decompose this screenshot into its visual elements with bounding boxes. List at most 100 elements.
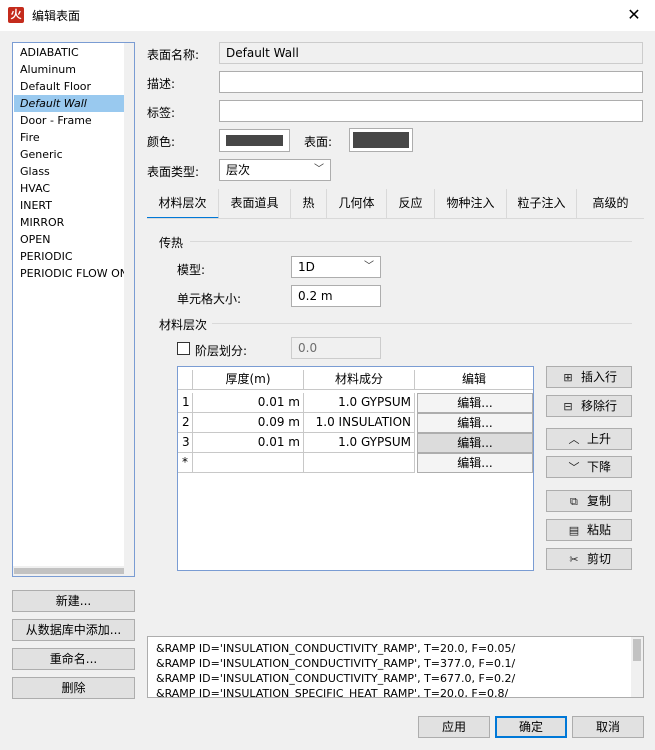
- group-divider: [190, 241, 632, 242]
- tab-reaction[interactable]: 反应: [387, 189, 435, 219]
- thickness-cell[interactable]: [193, 453, 304, 473]
- thickness-cell[interactable]: 0.01 m: [193, 393, 304, 413]
- surface-type-label: 表面类型:: [147, 165, 200, 179]
- list-item[interactable]: Fire: [14, 129, 125, 146]
- list-item[interactable]: ADIABATIC: [14, 44, 125, 61]
- delete-button[interactable]: 删除: [12, 677, 135, 699]
- list-item[interactable]: MIRROR: [14, 214, 125, 231]
- layer-split-checkbox[interactable]: [177, 342, 190, 355]
- output-scroll-thumb[interactable]: [633, 639, 641, 661]
- material-cell[interactable]: [304, 453, 415, 473]
- surface-type-dropdown[interactable]: 层次 ﹀: [219, 159, 331, 181]
- copy-icon: ⧉: [570, 495, 578, 508]
- add-from-database-button[interactable]: 从数据库中添加...: [12, 619, 135, 641]
- chevron-down-icon: ﹀: [364, 261, 374, 272]
- tag-field[interactable]: [219, 100, 643, 122]
- fds-output-text[interactable]: &RAMP ID='INSULATION_CONDUCTIVITY_RAMP',…: [147, 636, 644, 698]
- cell-size-field[interactable]: 0.2 m: [291, 285, 381, 307]
- description-label: 描述:: [147, 77, 176, 91]
- ok-button[interactable]: 确定: [495, 716, 567, 738]
- row-index[interactable]: 1: [178, 393, 193, 413]
- column-header-thickness[interactable]: 厚度(m): [193, 370, 304, 390]
- edit-layer-button[interactable]: 编辑...: [417, 453, 533, 473]
- layers-table[interactable]: 厚度(m) 材料成分 编辑 1 0.01 m 1.0 GYPSUM 编辑... …: [177, 366, 534, 571]
- remove-row-label: 移除行: [580, 399, 617, 413]
- tab-thermal[interactable]: 热: [291, 189, 327, 219]
- output-scrollbar[interactable]: [631, 637, 643, 697]
- list-vertical-scrollbar[interactable]: [124, 43, 134, 566]
- list-horizontal-scrollbar[interactable]: [13, 566, 134, 576]
- list-scroll-thumb[interactable]: [14, 568, 124, 574]
- insert-row-button[interactable]: ⊞ 插入行: [546, 366, 632, 388]
- list-item[interactable]: Glass: [14, 163, 125, 180]
- list-item[interactable]: OPEN: [14, 231, 125, 248]
- tab-divider: [147, 218, 644, 219]
- new-button[interactable]: 新建...: [12, 590, 135, 612]
- chevron-down-icon: ﹀: [568, 461, 580, 474]
- cut-button[interactable]: ✂ 剪切: [546, 548, 632, 570]
- surface-color-label: 表面:: [304, 135, 333, 149]
- surface-color-picker-button[interactable]: [349, 128, 413, 152]
- color-swatch: [226, 135, 283, 146]
- model-value: 1D: [298, 260, 315, 274]
- paste-icon: ▤: [568, 524, 580, 537]
- color-picker-button[interactable]: [219, 129, 290, 152]
- material-cell[interactable]: 1.0 INSULATION: [304, 413, 415, 433]
- copy-label: 复制: [586, 494, 611, 508]
- color-label: 颜色:: [147, 135, 176, 149]
- edit-layer-button[interactable]: 编辑...: [417, 433, 533, 453]
- edit-layer-button[interactable]: 编辑...: [417, 393, 533, 413]
- list-item[interactable]: HVAC: [14, 180, 125, 197]
- list-item[interactable]: PERIODIC: [14, 248, 125, 265]
- tab-species-injection[interactable]: 物种注入: [435, 189, 507, 219]
- output-line: &RAMP ID='INSULATION_SPECIFIC_HEAT_RAMP'…: [156, 687, 509, 698]
- new-row-marker[interactable]: *: [178, 453, 193, 473]
- move-down-button[interactable]: ﹀ 下降: [546, 456, 632, 478]
- tab-geometry[interactable]: 几何体: [327, 189, 387, 219]
- cancel-button[interactable]: 取消: [572, 716, 644, 738]
- material-cell[interactable]: 1.0 GYPSUM: [304, 393, 415, 413]
- app-icon: 火: [8, 7, 24, 23]
- surface-name-label: 表面名称:: [147, 48, 200, 62]
- tab-surface-props[interactable]: 表面道具: [219, 189, 291, 219]
- surface-name-field[interactable]: Default Wall: [219, 42, 643, 64]
- column-header-edit[interactable]: 编辑: [415, 370, 533, 390]
- edit-layer-button[interactable]: 编辑...: [417, 413, 533, 433]
- close-icon[interactable]: ✕: [622, 4, 646, 26]
- heat-transfer-group-title: 传热: [159, 236, 184, 250]
- paste-label: 粘贴: [586, 523, 611, 537]
- move-up-button[interactable]: ︿ 上升: [546, 428, 632, 450]
- list-item[interactable]: Door - Frame: [14, 112, 125, 129]
- remove-row-icon: ⊟: [563, 400, 573, 413]
- thickness-cell[interactable]: 0.01 m: [193, 433, 304, 453]
- tag-label: 标签:: [147, 106, 176, 120]
- paste-button[interactable]: ▤ 粘贴: [546, 519, 632, 541]
- apply-button[interactable]: 应用: [418, 716, 490, 738]
- insert-row-label: 插入行: [580, 370, 617, 384]
- thickness-cell[interactable]: 0.09 m: [193, 413, 304, 433]
- copy-button[interactable]: ⧉ 复制: [546, 490, 632, 512]
- list-item-selected[interactable]: Default Wall: [14, 95, 125, 112]
- remove-row-button[interactable]: ⊟ 移除行: [546, 395, 632, 417]
- list-item[interactable]: Default Floor: [14, 78, 125, 95]
- surface-type-value: 层次: [226, 163, 251, 177]
- tab-particle-injection[interactable]: 粒子注入: [507, 189, 577, 219]
- list-item[interactable]: PERIODIC FLOW ONLY: [14, 265, 125, 282]
- layer-split-field[interactable]: 0.0: [291, 337, 381, 359]
- model-dropdown[interactable]: 1D ﹀: [291, 256, 381, 278]
- tab-advanced[interactable]: 高级的: [577, 189, 644, 219]
- list-item[interactable]: Generic: [14, 146, 125, 163]
- row-index[interactable]: 3: [178, 433, 193, 453]
- description-field[interactable]: [219, 71, 643, 93]
- list-item[interactable]: Aluminum: [14, 61, 125, 78]
- surface-list[interactable]: ADIABATIC Aluminum Default Floor Default…: [12, 42, 135, 577]
- rename-button[interactable]: 重命名...: [12, 648, 135, 670]
- row-index[interactable]: 2: [178, 413, 193, 433]
- title-bar: 火 编辑表面 ✕: [0, 0, 655, 31]
- tab-material-layers[interactable]: 材料层次: [147, 189, 219, 219]
- move-up-label: 上升: [586, 432, 611, 446]
- list-item[interactable]: INERT: [14, 197, 125, 214]
- scissors-icon: ✂: [569, 553, 579, 566]
- column-header-material[interactable]: 材料成分: [304, 370, 415, 390]
- material-cell[interactable]: 1.0 GYPSUM: [304, 433, 415, 453]
